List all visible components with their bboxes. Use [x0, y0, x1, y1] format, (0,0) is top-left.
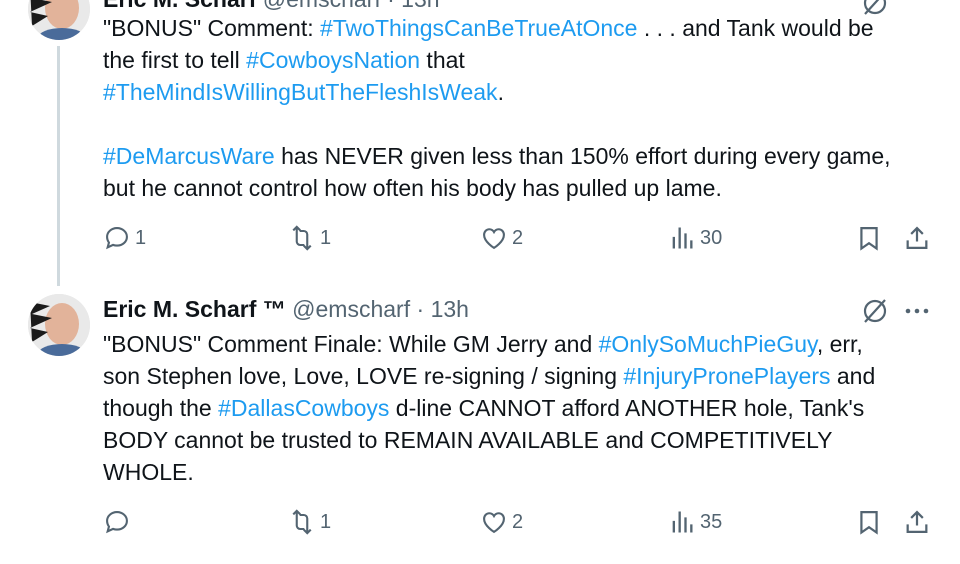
text-line: #TheMindIsWillingButTheFleshIsWeak. [103, 76, 933, 108]
text-line: though the #DallasCowboys d-line CANNOT … [103, 392, 933, 424]
views-icon [672, 511, 693, 533]
hashtag-link[interactable]: #TwoThingsCanBeTrueAtOnce [320, 15, 637, 41]
text-line: #DeMarcusWare has NEVER given less than … [103, 140, 933, 172]
text-segment: though the [103, 395, 219, 421]
text-segment: son Stephen love, Love, LOVE re-signing … [103, 363, 624, 389]
text-segment: . [497, 79, 504, 105]
text-segment: that [420, 47, 465, 73]
text-segment: "BONUS" Comment: [103, 15, 320, 41]
reply-button[interactable]: 1 [103, 224, 146, 252]
repost-button[interactable]: 1 [288, 224, 331, 252]
hashtag-link[interactable]: #TheMindIsWillingButTheFleshIsWeak [103, 79, 498, 105]
bookmark-icon [860, 226, 878, 251]
author-name[interactable]: Eric M. Scharf [103, 0, 256, 12]
like-icon [483, 228, 505, 250]
text-segment: BODY cannot be trusted to REMAIN AVAILAB… [103, 427, 833, 453]
tweet-1[interactable]: Eric M. Scharf @emscharf · 13h "BONUS" C… [0, 0, 960, 286]
repost-button[interactable]: 1 [288, 508, 331, 536]
like-icon [483, 512, 505, 534]
text-line: son Stephen love, Love, LOVE re-signing … [103, 360, 933, 392]
text-line: the first to tell #CowboysNation that [103, 44, 933, 76]
views-button[interactable]: 35 [668, 508, 722, 536]
like-button[interactable]: 2 [480, 508, 523, 536]
views-count: 35 [700, 510, 723, 533]
reply-count: 1 [135, 226, 147, 249]
avatar[interactable] [28, 294, 90, 356]
text-line: "BONUS" Comment: #TwoThingsCanBeTrueAtOn… [103, 12, 933, 44]
repost-count: 1 [320, 226, 332, 249]
share-button[interactable] [903, 224, 931, 252]
hashtag-link[interactable]: #CowboysNation [246, 47, 420, 73]
share-button[interactable] [903, 508, 931, 536]
hashtag-link[interactable]: #OnlySoMuchPieGuy [599, 331, 817, 357]
hashtag-link[interactable]: #DeMarcusWare [103, 143, 275, 169]
author-handle[interactable]: @emscharf [263, 0, 381, 12]
repost-icon [292, 509, 312, 535]
like-button[interactable]: 2 [480, 224, 523, 252]
text-line: WHOLE. [103, 456, 933, 488]
header-separator: · [416, 296, 425, 322]
hashtag-link[interactable]: #InjuryPronePlayers [623, 363, 830, 389]
timestamp[interactable]: 13h [401, 0, 439, 12]
header-separator: · [387, 0, 395, 12]
views-count: 30 [700, 226, 723, 249]
tweet-text: "BONUS" Comment: #TwoThingsCanBeTrueAtOn… [103, 12, 933, 204]
views-icon [672, 227, 693, 249]
thread-connector [57, 46, 60, 286]
tweet-text: "BONUS" Comment Finale: While GM Jerry a… [103, 328, 933, 488]
bookmark-button[interactable] [855, 224, 883, 252]
text-segment: has NEVER given less than 150% effort du… [274, 143, 891, 169]
reply-icon [106, 511, 128, 534]
hashtag-link[interactable]: #DallasCowboys [218, 395, 389, 421]
text-segment: "BONUS" Comment Finale: While GM Jerry a… [103, 331, 599, 357]
text-segment: . . . and Tank would be [637, 15, 874, 41]
reply-icon [106, 227, 128, 250]
avatar[interactable] [28, 0, 90, 40]
like-count: 2 [512, 226, 524, 249]
repost-count: 1 [320, 510, 332, 533]
grok-icon[interactable] [860, 296, 890, 331]
reply-button[interactable] [103, 508, 135, 536]
share-icon [906, 226, 928, 250]
text-line: BODY cannot be trusted to REMAIN AVAILAB… [103, 424, 933, 456]
text-segment: but he cannot control how often his body… [103, 175, 722, 201]
tweet-actions: 1 1 2 30 [103, 224, 938, 256]
tweet-header: Eric M. Scharf ™ @emscharf · 13h [103, 296, 469, 323]
text-segment: and [830, 363, 876, 389]
author-handle[interactable]: @emscharf [292, 296, 410, 322]
bookmark-icon [860, 510, 878, 535]
share-icon [906, 510, 928, 534]
like-count: 2 [512, 510, 524, 533]
tweet-actions: 1 2 35 [103, 508, 938, 540]
bookmark-button[interactable] [855, 508, 883, 536]
text-segment: WHOLE. [103, 459, 194, 485]
repost-icon [292, 225, 312, 251]
text-line: "BONUS" Comment Finale: While GM Jerry a… [103, 328, 933, 360]
text-segment: the first to tell [103, 47, 247, 73]
views-button[interactable]: 30 [668, 224, 722, 252]
author-name[interactable]: Eric M. Scharf ™ [103, 296, 286, 322]
text-segment: d-line CANNOT afford ANOTHER hole, Tank'… [389, 395, 865, 421]
text-line: but he cannot control how often his body… [103, 172, 933, 204]
more-icon[interactable] [902, 296, 932, 331]
text-segment: , err, [816, 331, 863, 357]
timestamp[interactable]: 13h [431, 296, 469, 322]
tweet-2[interactable]: Eric M. Scharf ™ @emscharf · 13h "BONUS"… [0, 284, 960, 564]
